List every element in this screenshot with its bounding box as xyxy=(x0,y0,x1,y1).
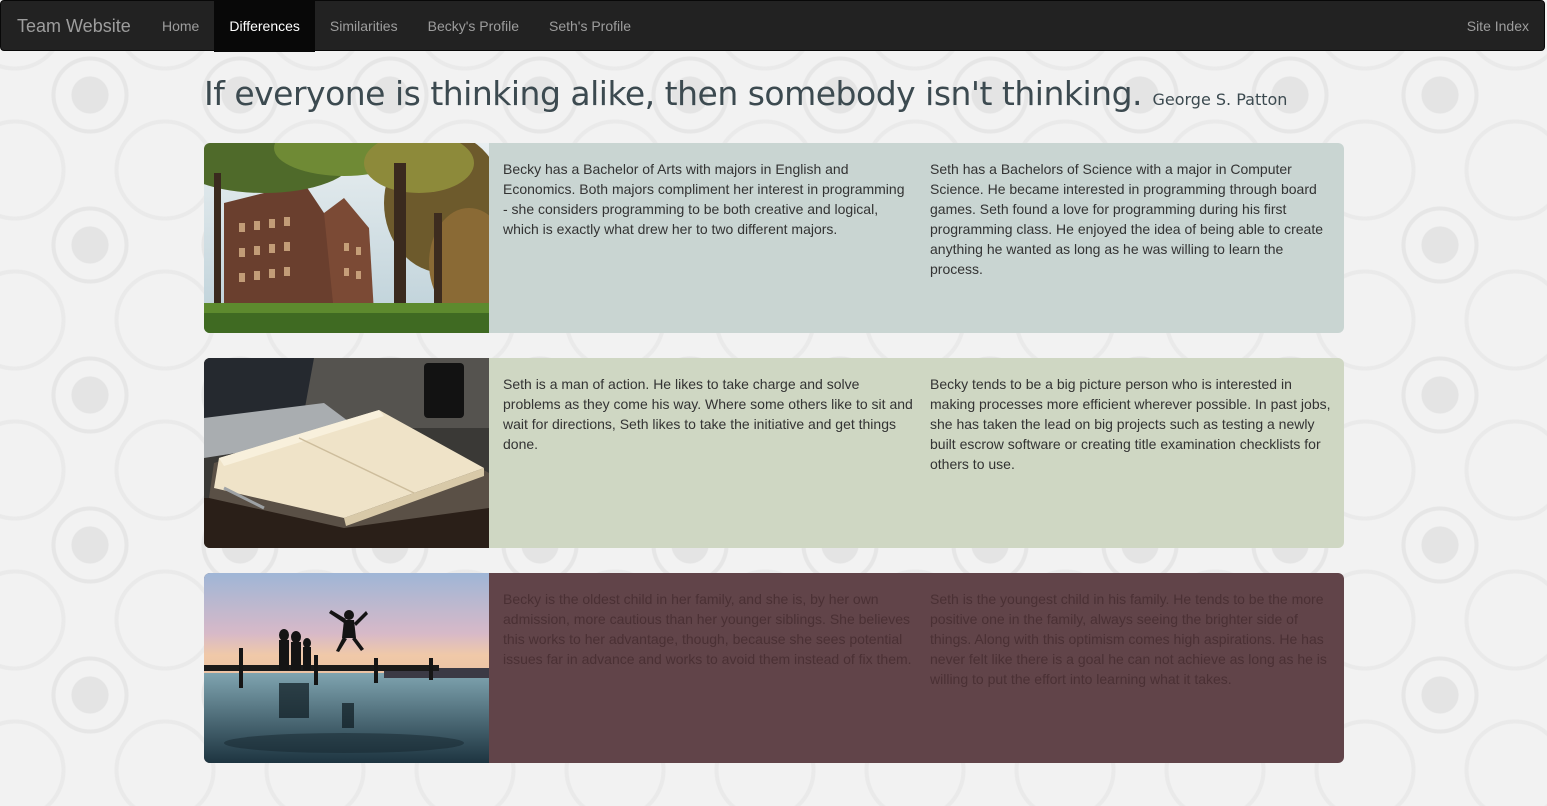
becky-work-style-text: Becky tends to be a big picture person w… xyxy=(930,376,1331,472)
lake-jump-photo xyxy=(204,573,489,763)
seth-work-style-text: Seth is a man of action. He likes to tak… xyxy=(503,376,913,452)
brand-link[interactable]: Team Website xyxy=(17,1,131,52)
nav-item-site-index[interactable]: Site Index xyxy=(1467,1,1529,52)
quote-text: If everyone is thinking alike, then some… xyxy=(204,74,1143,113)
nav-item-differences[interactable]: Differences xyxy=(214,1,315,52)
campus-photo xyxy=(204,143,489,333)
nav-item-similarities[interactable]: Similarities xyxy=(315,1,413,52)
nav-item-home[interactable]: Home xyxy=(147,1,214,52)
seth-education-text: Seth has a Bachelors of Science with a m… xyxy=(930,161,1324,277)
page-quote: If everyone is thinking alike, then some… xyxy=(204,74,1287,113)
notebook-photo xyxy=(204,358,489,548)
becky-education-text: Becky has a Bachelor of Arts with majors… xyxy=(503,161,905,237)
becky-family-text: Becky is the oldest child in her family,… xyxy=(503,591,912,667)
nav-item-beckys-profile[interactable]: Becky's Profile xyxy=(413,1,534,52)
nav-item-seths-profile[interactable]: Seth's Profile xyxy=(534,1,646,52)
comparison-panel-work-style: Seth is a man of action. He likes to tak… xyxy=(204,358,1344,548)
quote-author: George S. Patton xyxy=(1152,90,1288,109)
seth-family-text: Seth is the youngest child in his family… xyxy=(930,591,1327,687)
navbar: Team Website Home Differences Similariti… xyxy=(0,0,1545,52)
comparison-panel-education: Becky has a Bachelor of Arts with majors… xyxy=(204,143,1344,333)
nav-links: Home Differences Similarities Becky's Pr… xyxy=(147,1,646,52)
comparison-panel-family: Becky is the oldest child in her family,… xyxy=(204,573,1344,763)
